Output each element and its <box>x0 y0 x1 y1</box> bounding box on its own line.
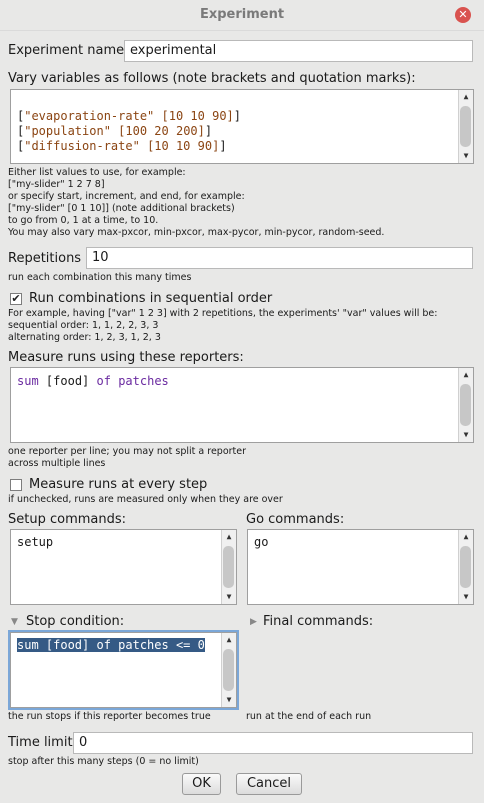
reporters-text: sum [food] of patches <box>17 374 169 388</box>
setup-text: setup <box>17 535 54 549</box>
final-help: run at the end of each run <box>246 711 372 722</box>
time-limit-label: Time limit <box>8 735 73 750</box>
vary-variables-editor[interactable]: ["evaporation-rate" [10 10 90]] ["populat… <box>10 89 474 164</box>
reporters-scrollbar[interactable]: ▲ ▼ <box>458 368 473 442</box>
every-step-label: Measure runs at every step <box>29 477 208 492</box>
vary-line: ["evaporation-rate" [10 10 90]] <box>17 109 241 123</box>
scroll-thumb[interactable] <box>460 546 471 588</box>
final-expand-triangle-icon[interactable]: ▶ <box>250 617 257 627</box>
vary-scrollbar[interactable]: ▲ ▼ <box>458 90 473 163</box>
cancel-button[interactable]: Cancel <box>236 773 302 795</box>
close-icon[interactable]: ✕ <box>455 7 471 23</box>
stop-text: sum [food] of patches <= 0 <box>17 638 216 653</box>
arrow-down-icon[interactable]: ▼ <box>459 149 473 163</box>
reporters-help: one reporter per line; you may not split… <box>8 446 247 469</box>
repetitions-label: Repetitions <box>8 251 82 266</box>
arrow-down-icon[interactable]: ▼ <box>459 428 473 442</box>
every-step-checkbox[interactable] <box>10 479 22 491</box>
scroll-thumb[interactable] <box>223 546 234 588</box>
time-limit-help: stop after this many steps (0 = no limit… <box>8 756 199 767</box>
repetitions-field[interactable]: 10 <box>86 247 473 269</box>
experiment-name-label: Experiment name <box>8 43 125 58</box>
scroll-thumb[interactable] <box>460 384 471 426</box>
ok-button[interactable]: OK <box>182 773 221 795</box>
vary-line: ["diffusion-rate" [10 10 90]] <box>17 139 227 153</box>
reporters-editor[interactable]: sum [food] of patches ▲ ▼ <box>10 367 474 443</box>
arrow-down-icon[interactable]: ▼ <box>222 590 236 604</box>
vary-line: ["population" [100 20 200]] <box>17 124 213 138</box>
go-scrollbar[interactable]: ▲ ▼ <box>458 530 473 604</box>
title-bar: Experiment ✕ <box>0 0 484 31</box>
checkmark-icon: ✔ <box>11 292 21 305</box>
window-title: Experiment <box>199 7 285 22</box>
arrow-up-icon[interactable]: ▲ <box>222 633 236 647</box>
scroll-thumb[interactable] <box>460 106 471 147</box>
final-label: Final commands: <box>263 614 374 629</box>
arrow-up-icon[interactable]: ▲ <box>459 90 473 104</box>
setup-editor[interactable]: setup ▲ ▼ <box>10 529 237 605</box>
stop-scrollbar[interactable]: ▲ ▼ <box>221 633 236 707</box>
arrow-up-icon[interactable]: ▲ <box>459 368 473 382</box>
experiment-name-field[interactable]: experimental <box>124 40 473 62</box>
stop-selected-text: sum [food] of patches <= 0 <box>17 638 205 652</box>
go-text: go <box>254 535 269 549</box>
sequential-help: For example, having ["var" 1 2 3] with 2… <box>8 308 438 343</box>
every-step-help: if unchecked, runs are measured only whe… <box>8 494 283 505</box>
stop-label: Stop condition: <box>26 614 125 629</box>
arrow-down-icon[interactable]: ▼ <box>459 590 473 604</box>
arrow-up-icon[interactable]: ▲ <box>459 530 473 544</box>
vary-variables-label: Vary variables as follows (note brackets… <box>8 71 416 86</box>
arrow-down-icon[interactable]: ▼ <box>222 693 236 707</box>
vary-help-text: Either list values to use, for example: … <box>8 167 385 238</box>
sequential-checkbox[interactable]: ✔ <box>10 293 22 305</box>
arrow-up-icon[interactable]: ▲ <box>222 530 236 544</box>
setup-label: Setup commands: <box>8 512 127 527</box>
reporters-label: Measure runs using these reporters: <box>8 350 244 365</box>
sequential-label: Run combinations in sequential order <box>29 291 273 306</box>
go-editor[interactable]: go ▲ ▼ <box>247 529 474 605</box>
stop-editor[interactable]: sum [food] of patches <= 0 ▲ ▼ <box>8 630 239 710</box>
stop-expand-triangle-icon[interactable]: ▼ <box>11 617 18 627</box>
time-limit-field[interactable]: 0 <box>73 732 473 754</box>
go-label: Go commands: <box>246 512 345 527</box>
stop-help: the run stops if this reporter becomes t… <box>8 711 211 722</box>
repetitions-help: run each combination this many times <box>8 272 192 283</box>
scroll-thumb[interactable] <box>223 649 234 691</box>
setup-scrollbar[interactable]: ▲ ▼ <box>221 530 236 604</box>
